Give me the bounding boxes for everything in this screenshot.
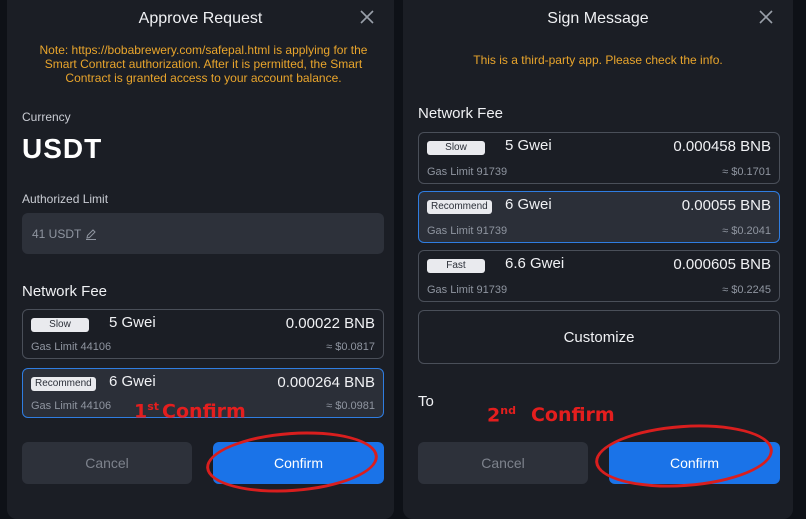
edit-icon[interactable] xyxy=(85,228,97,240)
fee-gwei: 5 Gwei xyxy=(505,137,552,154)
network-fee-label: Network Fee xyxy=(418,105,504,122)
authorized-limit-field[interactable]: 41 USDT xyxy=(22,213,384,254)
fee-gwei: 5 Gwei xyxy=(109,314,156,331)
dialog-title: Sign Message xyxy=(547,10,649,27)
first-confirm-annotation: 1st Confirm xyxy=(134,400,246,422)
third-party-note: This is a third-party app. Please check … xyxy=(473,53,723,67)
fee-gwei: 6 Gwei xyxy=(109,373,156,390)
fee-option-slow[interactable]: Slow 5 Gwei Gas Limit 91739 0.000458 BNB… xyxy=(418,132,780,184)
annotation-text: Confirm xyxy=(162,400,246,423)
authorized-limit-value: 41 USDT xyxy=(32,226,82,241)
fee-gas-limit: Gas Limit 44106 xyxy=(31,341,112,353)
fee-option-slow[interactable]: Slow 5 Gwei Gas Limit 44106 0.00022 BNB … xyxy=(22,309,384,359)
approve-request-dialog: Approve Request Note: https://bobabrewer… xyxy=(7,0,394,519)
second-confirm-annotation: 2nd Confirm xyxy=(487,404,615,426)
authorized-limit-label: Authorized Limit xyxy=(22,192,109,206)
fee-speed-badge: Recommend xyxy=(31,377,96,391)
fee-bnb: 0.000264 BNB xyxy=(277,374,375,391)
fee-speed-badge: Recommend xyxy=(427,200,492,214)
fee-bnb: 0.000605 BNB xyxy=(673,256,771,273)
cancel-button[interactable]: Cancel xyxy=(22,442,192,484)
fee-speed-badge: Slow xyxy=(31,318,89,332)
fee-gas-limit: Gas Limit 91739 xyxy=(427,166,508,178)
annotation-number: 2 xyxy=(487,404,501,427)
fee-gas-limit: Gas Limit 91739 xyxy=(427,225,508,237)
fee-usd: ≈ $0.1701 xyxy=(722,166,771,178)
currency-label: Currency xyxy=(22,110,71,124)
annotation-text: Confirm xyxy=(530,404,615,427)
to-label: To xyxy=(418,393,434,410)
fee-usd: ≈ $0.2245 xyxy=(722,284,771,296)
fee-speed-badge: Fast xyxy=(427,259,485,273)
fee-option-recommend[interactable]: Recommend 6 Gwei Gas Limit 91739 0.00055… xyxy=(418,191,780,243)
dialog-title: Approve Request xyxy=(138,10,263,27)
fee-speed-badge: Slow xyxy=(427,141,485,155)
authorization-note: Note: https://bobabrewery.com/safepal.ht… xyxy=(39,43,368,85)
fee-bnb: 0.00022 BNB xyxy=(285,315,375,332)
fee-bnb: 0.00055 BNB xyxy=(681,197,771,214)
close-icon[interactable] xyxy=(755,6,777,28)
annotation-ordinal: st xyxy=(147,400,160,413)
fee-usd: ≈ $0.2041 xyxy=(722,225,771,237)
fee-gas-limit: Gas Limit 91739 xyxy=(427,284,508,296)
fee-usd: ≈ $0.0981 xyxy=(326,400,375,412)
fee-bnb: 0.000458 BNB xyxy=(673,138,771,155)
sign-message-dialog: Sign Message This is a third-party app. … xyxy=(403,0,793,519)
cancel-button[interactable]: Cancel xyxy=(418,442,588,484)
annotation-number: 1 xyxy=(134,400,148,423)
annotation-ordinal: nd xyxy=(500,404,516,417)
currency-value: USDT xyxy=(22,133,103,164)
close-icon[interactable] xyxy=(356,6,378,28)
fee-gas-limit: Gas Limit 44106 xyxy=(31,400,112,412)
fee-option-fast[interactable]: Fast 6.6 Gwei Gas Limit 91739 0.000605 B… xyxy=(418,250,780,302)
fee-usd: ≈ $0.0817 xyxy=(326,341,375,353)
network-fee-label: Network Fee xyxy=(22,283,108,300)
fee-gwei: 6.6 Gwei xyxy=(505,255,565,272)
customize-button[interactable]: Customize xyxy=(418,310,780,364)
fee-gwei: 6 Gwei xyxy=(505,196,552,213)
